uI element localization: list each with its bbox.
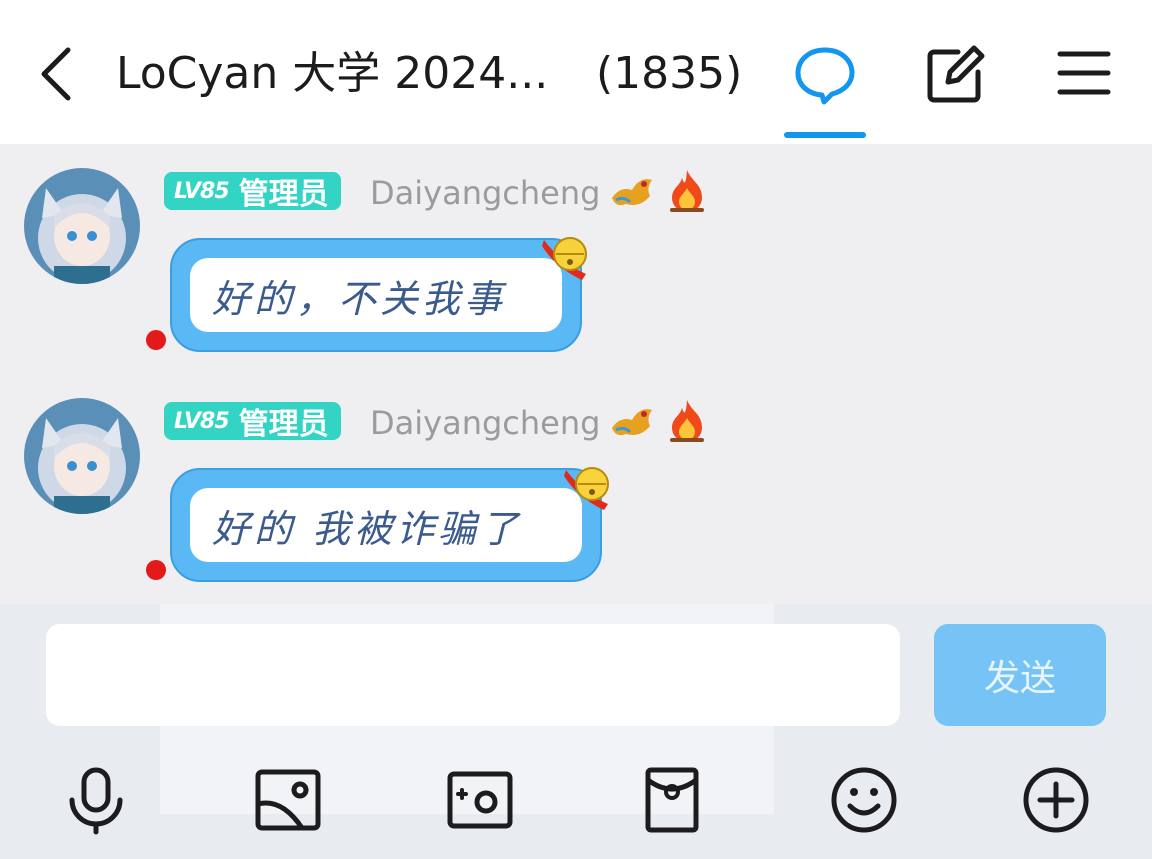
emoji-icon[interactable]: [828, 764, 900, 836]
avatar[interactable]: [24, 168, 140, 284]
bell-icon: [542, 237, 587, 280]
camera-icon[interactable]: [444, 764, 516, 836]
dragon-icon: [612, 179, 652, 206]
message-bubble[interactable]: 好的，不关我事: [170, 237, 587, 352]
fire-icon: [670, 400, 704, 442]
message-item: LV85 管理员 Daiyangcheng 好的 我被诈骗了: [0, 398, 1152, 618]
bubble-content: 好的，不关我事: [190, 258, 562, 332]
message-text: 好的，不关我事: [212, 276, 507, 321]
message-text: 好的 我被诈骗了: [212, 506, 523, 551]
edit-icon[interactable]: [922, 42, 988, 108]
chat-bubble-icon[interactable]: [792, 42, 858, 108]
fire-icon: [670, 170, 704, 212]
chat-header: LoCyan 大学 2024... (1835): [0, 0, 1152, 144]
level-label: LV85: [174, 178, 230, 204]
image-icon[interactable]: [252, 764, 324, 836]
send-button[interactable]: 发送: [934, 624, 1106, 726]
bell-icon: [564, 467, 609, 510]
role-label: 管理员: [238, 177, 329, 212]
group-title[interactable]: LoCyan 大学 2024...: [116, 44, 548, 104]
avatar[interactable]: [24, 398, 140, 514]
bubble-decoration: [146, 330, 166, 350]
message-item: LV85 管理员 Daiyangcheng 好的，不关我事: [0, 168, 1152, 388]
message-input[interactable]: [46, 624, 900, 726]
dragon-icon: [612, 409, 652, 436]
plus-icon[interactable]: [1020, 764, 1092, 836]
level-label: LV85: [174, 408, 230, 434]
sender-nickname[interactable]: Daiyangcheng: [370, 170, 600, 216]
member-count[interactable]: (1835): [596, 44, 742, 104]
member-level-badge: LV85 管理员: [164, 172, 341, 212]
active-tab-indicator: [784, 132, 866, 138]
message-bubble[interactable]: 好的 我被诈骗了: [170, 467, 609, 582]
red-packet-icon[interactable]: [636, 764, 708, 836]
role-label: 管理员: [238, 407, 329, 442]
member-level-badge: LV85 管理员: [164, 402, 341, 442]
bubble-decoration: [146, 560, 166, 580]
microphone-icon[interactable]: [60, 764, 132, 836]
composer-area: 发送: [0, 604, 1152, 859]
bubble-content: 好的 我被诈骗了: [190, 488, 582, 562]
sender-nickname[interactable]: Daiyangcheng: [370, 400, 600, 446]
menu-icon[interactable]: [1056, 48, 1112, 98]
back-icon[interactable]: [36, 44, 76, 104]
